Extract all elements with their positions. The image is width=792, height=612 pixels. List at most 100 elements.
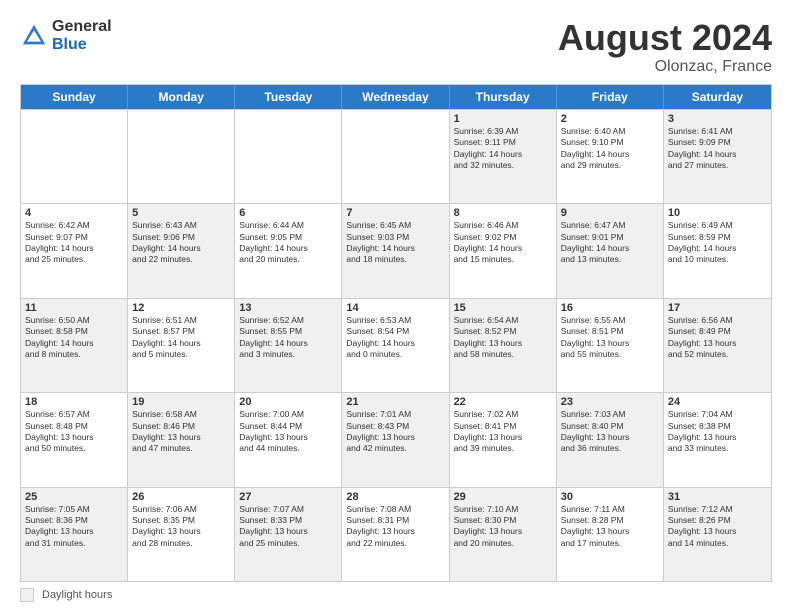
day-number: 18 [25,396,123,408]
calendar-header: SundayMondayTuesdayWednesdayThursdayFrid… [21,85,771,109]
day-number: 2 [561,113,659,125]
day-info: Sunrise: 6:40 AM Sunset: 9:10 PM Dayligh… [561,126,659,172]
calendar-header-day: Saturday [664,85,771,109]
calendar-cell: 13Sunrise: 6:52 AM Sunset: 8:55 PM Dayli… [235,299,342,392]
day-info: Sunrise: 6:44 AM Sunset: 9:05 PM Dayligh… [239,220,337,266]
calendar-cell: 28Sunrise: 7:08 AM Sunset: 8:31 PM Dayli… [342,488,449,581]
logo-blue: Blue [52,36,112,54]
logo-general: General [52,18,112,36]
day-number: 12 [132,302,230,314]
calendar-cell: 17Sunrise: 6:56 AM Sunset: 8:49 PM Dayli… [664,299,771,392]
day-number: 9 [561,207,659,219]
calendar-cell [21,110,128,203]
calendar-header-day: Thursday [450,85,557,109]
daylight-label: Daylight hours [42,589,112,601]
calendar-cell: 26Sunrise: 7:06 AM Sunset: 8:35 PM Dayli… [128,488,235,581]
day-info: Sunrise: 6:49 AM Sunset: 8:59 PM Dayligh… [668,220,767,266]
day-number: 7 [346,207,444,219]
calendar-cell: 3Sunrise: 6:41 AM Sunset: 9:09 PM Daylig… [664,110,771,203]
calendar-cell: 14Sunrise: 6:53 AM Sunset: 8:54 PM Dayli… [342,299,449,392]
calendar-cell: 24Sunrise: 7:04 AM Sunset: 8:38 PM Dayli… [664,393,771,486]
day-number: 6 [239,207,337,219]
day-info: Sunrise: 7:01 AM Sunset: 8:43 PM Dayligh… [346,409,444,455]
day-info: Sunrise: 7:02 AM Sunset: 8:41 PM Dayligh… [454,409,552,455]
header: General Blue August 2024 Olonzac, France [20,18,772,76]
day-number: 24 [668,396,767,408]
day-info: Sunrise: 7:06 AM Sunset: 8:35 PM Dayligh… [132,504,230,550]
day-info: Sunrise: 6:39 AM Sunset: 9:11 PM Dayligh… [454,126,552,172]
day-number: 31 [668,491,767,503]
day-info: Sunrise: 6:51 AM Sunset: 8:57 PM Dayligh… [132,315,230,361]
calendar-cell: 4Sunrise: 6:42 AM Sunset: 9:07 PM Daylig… [21,204,128,297]
day-number: 11 [25,302,123,314]
calendar-week-row: 25Sunrise: 7:05 AM Sunset: 8:36 PM Dayli… [21,487,771,581]
calendar-week-row: 4Sunrise: 6:42 AM Sunset: 9:07 PM Daylig… [21,203,771,297]
title-block: August 2024 Olonzac, France [558,18,772,76]
day-number: 19 [132,396,230,408]
calendar-cell: 12Sunrise: 6:51 AM Sunset: 8:57 PM Dayli… [128,299,235,392]
calendar-header-day: Tuesday [235,85,342,109]
day-info: Sunrise: 7:03 AM Sunset: 8:40 PM Dayligh… [561,409,659,455]
day-info: Sunrise: 6:47 AM Sunset: 9:01 PM Dayligh… [561,220,659,266]
calendar-week-row: 1Sunrise: 6:39 AM Sunset: 9:11 PM Daylig… [21,109,771,203]
day-info: Sunrise: 7:00 AM Sunset: 8:44 PM Dayligh… [239,409,337,455]
calendar-header-day: Sunday [21,85,128,109]
calendar-cell: 22Sunrise: 7:02 AM Sunset: 8:41 PM Dayli… [450,393,557,486]
calendar-cell: 20Sunrise: 7:00 AM Sunset: 8:44 PM Dayli… [235,393,342,486]
day-info: Sunrise: 6:58 AM Sunset: 8:46 PM Dayligh… [132,409,230,455]
calendar-week-row: 11Sunrise: 6:50 AM Sunset: 8:58 PM Dayli… [21,298,771,392]
calendar-cell: 10Sunrise: 6:49 AM Sunset: 8:59 PM Dayli… [664,204,771,297]
logo-icon [20,22,48,50]
day-info: Sunrise: 6:50 AM Sunset: 8:58 PM Dayligh… [25,315,123,361]
day-info: Sunrise: 7:10 AM Sunset: 8:30 PM Dayligh… [454,504,552,550]
page: General Blue August 2024 Olonzac, France… [0,0,792,612]
calendar-cell: 30Sunrise: 7:11 AM Sunset: 8:28 PM Dayli… [557,488,664,581]
day-number: 13 [239,302,337,314]
calendar-cell: 19Sunrise: 6:58 AM Sunset: 8:46 PM Dayli… [128,393,235,486]
day-info: Sunrise: 7:05 AM Sunset: 8:36 PM Dayligh… [25,504,123,550]
calendar-cell: 29Sunrise: 7:10 AM Sunset: 8:30 PM Dayli… [450,488,557,581]
calendar-cell: 1Sunrise: 6:39 AM Sunset: 9:11 PM Daylig… [450,110,557,203]
calendar-cell: 9Sunrise: 6:47 AM Sunset: 9:01 PM Daylig… [557,204,664,297]
day-number: 4 [25,207,123,219]
day-number: 22 [454,396,552,408]
day-number: 26 [132,491,230,503]
month-title: August 2024 [558,18,772,58]
calendar: SundayMondayTuesdayWednesdayThursdayFrid… [20,84,772,582]
day-number: 8 [454,207,552,219]
daylight-swatch [20,588,34,602]
day-info: Sunrise: 6:46 AM Sunset: 9:02 PM Dayligh… [454,220,552,266]
calendar-header-day: Wednesday [342,85,449,109]
calendar-cell: 31Sunrise: 7:12 AM Sunset: 8:26 PM Dayli… [664,488,771,581]
calendar-cell: 5Sunrise: 6:43 AM Sunset: 9:06 PM Daylig… [128,204,235,297]
calendar-header-day: Monday [128,85,235,109]
day-number: 29 [454,491,552,503]
calendar-body: 1Sunrise: 6:39 AM Sunset: 9:11 PM Daylig… [21,109,771,581]
day-number: 23 [561,396,659,408]
logo-text: General Blue [52,18,112,53]
day-number: 21 [346,396,444,408]
day-info: Sunrise: 7:04 AM Sunset: 8:38 PM Dayligh… [668,409,767,455]
day-info: Sunrise: 6:45 AM Sunset: 9:03 PM Dayligh… [346,220,444,266]
day-number: 20 [239,396,337,408]
calendar-cell [235,110,342,203]
footer: Daylight hours [20,588,772,602]
day-info: Sunrise: 6:55 AM Sunset: 8:51 PM Dayligh… [561,315,659,361]
day-number: 3 [668,113,767,125]
calendar-cell: 6Sunrise: 6:44 AM Sunset: 9:05 PM Daylig… [235,204,342,297]
logo: General Blue [20,18,112,53]
day-info: Sunrise: 6:42 AM Sunset: 9:07 PM Dayligh… [25,220,123,266]
calendar-cell: 23Sunrise: 7:03 AM Sunset: 8:40 PM Dayli… [557,393,664,486]
day-number: 15 [454,302,552,314]
day-number: 14 [346,302,444,314]
calendar-cell: 21Sunrise: 7:01 AM Sunset: 8:43 PM Dayli… [342,393,449,486]
day-number: 28 [346,491,444,503]
day-number: 1 [454,113,552,125]
day-number: 16 [561,302,659,314]
day-info: Sunrise: 7:11 AM Sunset: 8:28 PM Dayligh… [561,504,659,550]
day-number: 17 [668,302,767,314]
day-number: 10 [668,207,767,219]
day-number: 5 [132,207,230,219]
calendar-cell: 25Sunrise: 7:05 AM Sunset: 8:36 PM Dayli… [21,488,128,581]
day-info: Sunrise: 6:52 AM Sunset: 8:55 PM Dayligh… [239,315,337,361]
